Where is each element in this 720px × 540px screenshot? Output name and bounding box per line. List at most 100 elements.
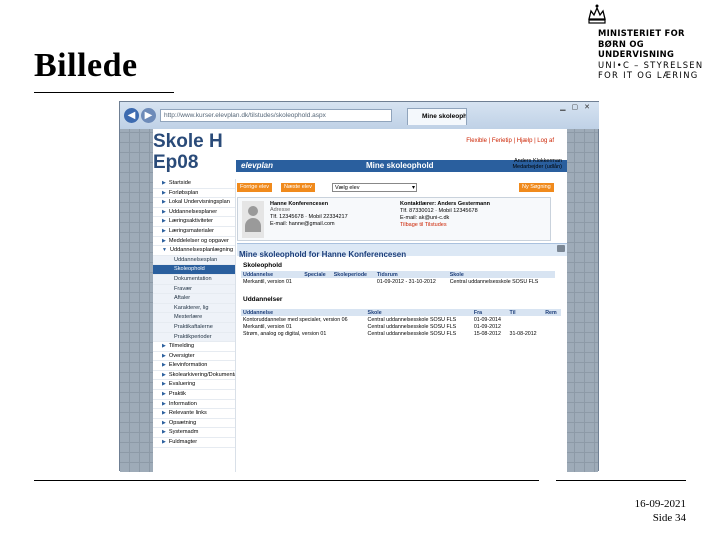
column-header[interactable]: Skole: [365, 309, 472, 316]
sidebar-item[interactable]: Aftaler: [153, 294, 235, 304]
top-links[interactable]: Flexible | Ferietip | Hjælp | Log af: [466, 138, 554, 144]
column-header[interactable]: Skoleperiode: [331, 271, 375, 278]
print-icon[interactable]: [557, 245, 565, 252]
forward-arrow-icon[interactable]: ▶: [141, 108, 156, 123]
sidebar-item-label: Opsætning: [168, 419, 197, 426]
table-cell: Central uddannelsesskole SOSU FLS: [367, 323, 457, 330]
sidebar-item[interactable]: ▶ Læringsmaterialer: [153, 227, 235, 237]
sidebar-item[interactable]: ▶ Meddelelser og opgaver: [153, 237, 235, 247]
column-header[interactable]: Skole: [447, 271, 555, 278]
table-cell: 01-09-2014: [473, 316, 501, 323]
expand-right-icon: ▶: [162, 429, 166, 436]
sidebar-item-label: Relevante links: [168, 410, 207, 417]
sidebar-item-label: Uddannelsesplan: [174, 256, 218, 263]
column-header[interactable]: Rem: [543, 309, 561, 316]
crown-logo-icon: [588, 4, 606, 24]
column-header[interactable]: Speciale: [302, 271, 332, 278]
sidebar-item-label: Tilmelding: [168, 343, 195, 350]
sidebar-item[interactable]: ▶ Information: [153, 400, 235, 410]
back-link[interactable]: Tilbage til Tilstudes: [400, 222, 447, 229]
sidebar-item-label: Praktikperioder: [174, 333, 212, 340]
slide-date: 16-09-2021: [634, 498, 686, 510]
sidebar-item[interactable]: ▶ Fuldmagter: [153, 438, 235, 448]
sidebar-item[interactable]: ▶ Oversigter: [153, 352, 235, 362]
school-logo-line-2: Ep08: [153, 152, 199, 173]
contact-teacher: Kontaktlærer: Anders Gestermann: [400, 201, 490, 207]
column-header[interactable]: Til: [507, 309, 544, 316]
sidebar-item-label: Aftaler: [174, 295, 191, 302]
sidebar-item[interactable]: ▶ Lokal Undervisningsplan: [153, 198, 235, 208]
table-cell: 31-08-2012: [509, 330, 537, 337]
column-header[interactable]: Uddannelse: [241, 271, 303, 278]
column-header[interactable]: Tidsrum: [374, 271, 448, 278]
agency-line-2: FOR IT OG LÆRING: [598, 70, 699, 80]
ministry-logo-text: MINISTERIET FOR BØRN OG UNDERVISNING UNI…: [598, 28, 703, 81]
sidebar-item[interactable]: Fravær: [153, 284, 235, 295]
sidebar-item[interactable]: ▶ Tilmelding: [153, 342, 235, 352]
browser-tab[interactable]: Mine skoleophold: [407, 108, 467, 125]
previous-student-button[interactable]: Forrige elev: [237, 183, 273, 192]
sidebar-item[interactable]: ▶ Startside: [153, 179, 235, 189]
sidebar-item[interactable]: Skoleophold: [153, 265, 235, 275]
table-row[interactable]: Kontoruddannelse med specialer, version …: [241, 316, 561, 323]
sidebar-item-label: Praktikaftalerne: [174, 323, 213, 330]
sidebar-item[interactable]: ▼ Uddannelsesplanlægning: [153, 246, 235, 256]
student-email[interactable]: E-mail: hanne@gmail.com: [270, 221, 335, 228]
next-student-button[interactable]: Næste elev: [281, 183, 315, 192]
expand-right-icon: ▶: [162, 343, 166, 350]
sidebar-item-label: Evaluering: [168, 381, 196, 388]
sidebar-item[interactable]: ▶ Praktik: [153, 390, 235, 400]
sidebar-item-label: Meddelelser og opgaver: [168, 237, 229, 244]
ministry-line-3: UNDERVISNING: [598, 49, 675, 59]
sidebar-item[interactable]: Mesterlære: [153, 313, 235, 323]
contact-phone: Tlf. 87330012 · Mobil 12345678: [400, 208, 478, 214]
student-select[interactable]: Vælg elev: [332, 183, 417, 192]
contact-email[interactable]: E-mail: ak@uni-c.dk: [400, 215, 449, 222]
sidebar-item-label: Dokumentation: [174, 275, 212, 282]
column-header[interactable]: Uddannelse: [241, 309, 366, 316]
sidebar-item-label: Forløbsplan: [168, 189, 199, 196]
desktop-background-left: [120, 129, 153, 472]
sidebar-item[interactable]: Uddannelsesplan: [153, 255, 235, 266]
sidebar-item[interactable]: Karakterer, lig: [153, 303, 235, 314]
new-search-button[interactable]: Ny Søgning: [519, 183, 554, 192]
sidebar-item[interactable]: ▶ Læringsaktiviteter: [153, 217, 235, 227]
table-cell: [508, 316, 544, 323]
sidebar-item-label: Mesterlære: [174, 314, 203, 321]
school-logo-line-1: Skole H: [153, 131, 223, 152]
sidebar-item[interactable]: ▶ Systemadm: [153, 428, 235, 439]
sidebar-item[interactable]: Praktikperioder: [153, 332, 235, 343]
sidebar-item-label: Oversigter: [168, 352, 195, 359]
title-underline: [34, 92, 174, 93]
sidebar-item[interactable]: ▶ Uddannelsesplaner: [153, 208, 235, 218]
window-controls[interactable]: ▁▢✕: [560, 103, 596, 111]
page-heading: Mine skoleophold: [366, 161, 434, 170]
address-bar[interactable]: http://www.kurser.elevplan.dk/tilstudes/…: [160, 109, 392, 122]
table-cell: Merkantil, version 01: [243, 323, 292, 330]
column-header[interactable]: Fra: [471, 309, 508, 316]
skoleophold-heading: Skoleophold: [243, 262, 282, 269]
table-row[interactable]: Merkantil, version 01 Central uddannelses…: [241, 323, 561, 330]
sidebar-item[interactable]: Praktikaftalerne: [153, 322, 235, 333]
table-row[interactable]: Merkantil, version 01 01-09-2012 - 31-10-…: [241, 278, 555, 285]
sidebar-item[interactable]: ▶ Forløbsplan: [153, 189, 235, 199]
sidebar-item[interactable]: ▶ Opsætning: [153, 419, 235, 429]
sidebar-item[interactable]: ▶Skolearkivering/Dokumentation: [153, 371, 235, 381]
sidebar-item-label: Information: [168, 400, 197, 407]
uddannelser-table: Uddannelse Skole Fra Til Rem Kontoruddannels…: [241, 309, 561, 337]
sidebar-item-label: Fravær: [174, 285, 193, 292]
section-header-bar: Mine skoleophold for Hanne Konferencesen: [237, 243, 567, 259]
table-row[interactable]: Strøm, analog og digital, version 01 Cent…: [241, 330, 561, 337]
desktop-background-right: [565, 129, 598, 472]
sidebar-item[interactable]: ▶ Relevante links: [153, 409, 235, 419]
sidebar-item[interactable]: ▶ Evaluering: [153, 380, 235, 391]
expand-right-icon: ▶: [162, 352, 166, 359]
table-cell: Central uddannelsesskole SOSU FLS: [367, 316, 457, 323]
sidebar-item[interactable]: ▶ Elevinformation: [153, 361, 235, 371]
sidebar-item[interactable]: Dokumentation: [153, 274, 235, 285]
sidebar-item-label: Systemadm: [168, 429, 199, 436]
back-arrow-icon[interactable]: ◀: [124, 108, 139, 123]
brand-logo[interactable]: elevplan: [241, 161, 273, 170]
expand-right-icon: ▶: [162, 208, 166, 215]
expand-right-icon: ▶: [162, 199, 166, 206]
